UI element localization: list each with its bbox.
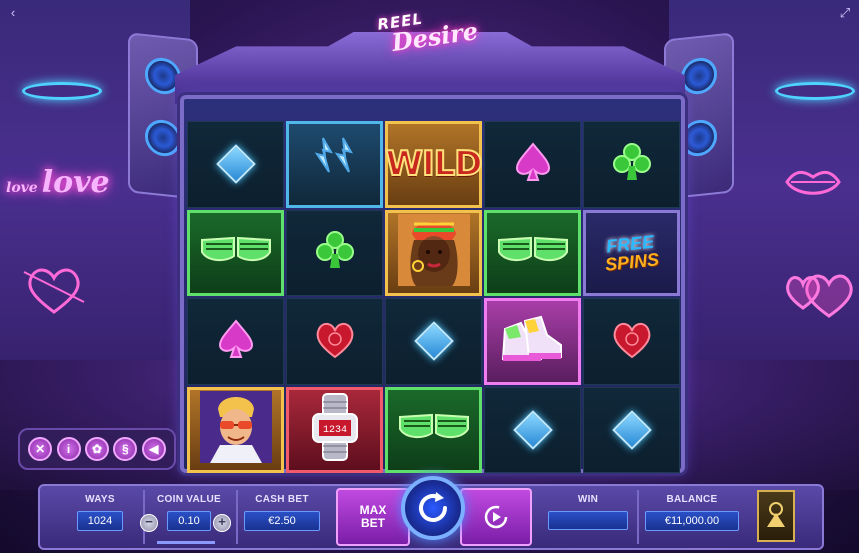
spin-button[interactable] — [401, 476, 465, 540]
cash-bet-panel: CASH BET €2.50 — [240, 488, 324, 546]
neon-love-sign: love love — [6, 165, 110, 200]
coin-increase-button[interactable]: + — [213, 514, 231, 532]
divider — [637, 490, 639, 544]
svg-text:1234: 1234 — [322, 425, 346, 436]
blue-diamond-icon — [512, 409, 553, 450]
cash-bet-label: CASH BET — [255, 494, 309, 505]
provider-logo-icon — [767, 502, 785, 527]
win-panel: WIN — [545, 488, 631, 546]
ways-value: 1024 — [77, 511, 123, 531]
reel-cell-green-shutter-shades — [484, 209, 581, 296]
balance-panel: BALANCE €11,000.00 — [642, 488, 742, 546]
reel-cell-blue-diamond — [583, 386, 680, 473]
reel-cell-blue-diamond — [385, 298, 482, 385]
reel-cell-pink-spade — [484, 121, 581, 208]
reel-cell-blue-diamond — [484, 386, 581, 473]
max-bet-label-line2: BET — [360, 516, 385, 530]
sound-icon[interactable]: ◀ — [141, 437, 166, 461]
red-heart-icon — [610, 319, 654, 364]
divider — [236, 490, 238, 544]
reel-cell-green-club — [583, 121, 680, 208]
reel-cell-green-shutter-shades — [385, 386, 482, 473]
reel-cell-red-heart — [583, 298, 680, 385]
win-value — [548, 511, 628, 530]
neon-hearts-icon — [786, 274, 853, 318]
close-icon[interactable]: ✕ — [28, 437, 53, 461]
reel-cell-blue-diamond — [187, 121, 284, 208]
autoplay-button[interactable] — [460, 488, 532, 546]
ways-panel: WAYS 1024 — [62, 488, 138, 546]
pink-spade-icon — [515, 142, 551, 187]
reel-cell-pink-spade — [187, 298, 284, 385]
digital-watch-icon: 1234 — [305, 392, 365, 467]
ways-label: WAYS — [85, 494, 115, 505]
cash-bet-value: €2.50 — [244, 511, 320, 531]
max-bet-button[interactable]: MAX BET — [336, 488, 410, 546]
reel-cell-red-heart — [286, 298, 383, 385]
blue-diamond-icon — [413, 321, 454, 362]
reel-cell-wild: WILD — [384, 121, 484, 208]
coin-value: 0.10 — [167, 511, 211, 531]
coin-value-label: COIN VALUE — [157, 494, 221, 505]
balance-value: €11,000.00 — [645, 511, 739, 531]
free-spins-symbol: FREE SPINS — [604, 231, 661, 275]
reel-cell-digital-watch: 1234 — [286, 386, 383, 473]
earrings-icon — [305, 132, 365, 197]
red-heart-icon — [313, 319, 357, 364]
reel-cell-sneakers — [484, 298, 581, 385]
ceiling-light-right — [775, 82, 855, 100]
green-shutter-shades-icon — [396, 407, 472, 452]
blue-diamond-icon — [215, 144, 256, 185]
rules-icon[interactable]: § — [113, 437, 138, 461]
ceiling-light-left — [22, 82, 102, 100]
green-shutter-shades-icon — [198, 230, 274, 275]
pink-spade-icon — [218, 319, 254, 364]
woman-with-cap-icon — [394, 210, 474, 295]
coin-decrease-button[interactable]: − — [140, 514, 158, 532]
spin-icon — [419, 492, 447, 522]
man-with-sunglasses-icon — [196, 387, 276, 472]
reel-cell-free-spins-boombox: FREE SPINS — [583, 209, 680, 296]
back-arrow-icon[interactable]: ‹ — [6, 6, 20, 20]
fullscreen-icon[interactable]: ⤢ — [838, 6, 852, 20]
side-menu: ✕ i ✿ § ◀ — [18, 428, 176, 470]
green-shutter-shades-icon — [495, 230, 571, 275]
autoplay-icon — [484, 505, 508, 529]
reel-cell-man-with-sunglasses — [187, 386, 284, 473]
neon-lips-icon — [785, 170, 841, 195]
info-icon[interactable]: i — [56, 437, 81, 461]
neon-heart-arrow-icon — [23, 268, 85, 314]
settings-icon[interactable]: ✿ — [84, 437, 109, 461]
green-club-icon — [612, 142, 651, 187]
coin-value-slider[interactable] — [157, 541, 215, 544]
reel-cell-earrings — [286, 121, 383, 208]
win-label: WIN — [577, 494, 599, 505]
wild-symbol: WILD — [384, 143, 483, 185]
green-club-icon — [315, 230, 354, 275]
reel-cell-green-shutter-shades — [187, 209, 284, 296]
balance-label: BALANCE — [666, 494, 718, 505]
reel-cell-woman-with-cap — [385, 209, 482, 296]
reel-cell-green-club — [286, 209, 383, 296]
max-bet-label-line1: MAX — [359, 502, 387, 517]
provider-logo — [757, 490, 795, 542]
reel-grid: WILD FREE SPINS 1234 — [187, 121, 680, 473]
sneakers-icon — [495, 309, 571, 374]
blue-diamond-icon — [611, 409, 652, 450]
